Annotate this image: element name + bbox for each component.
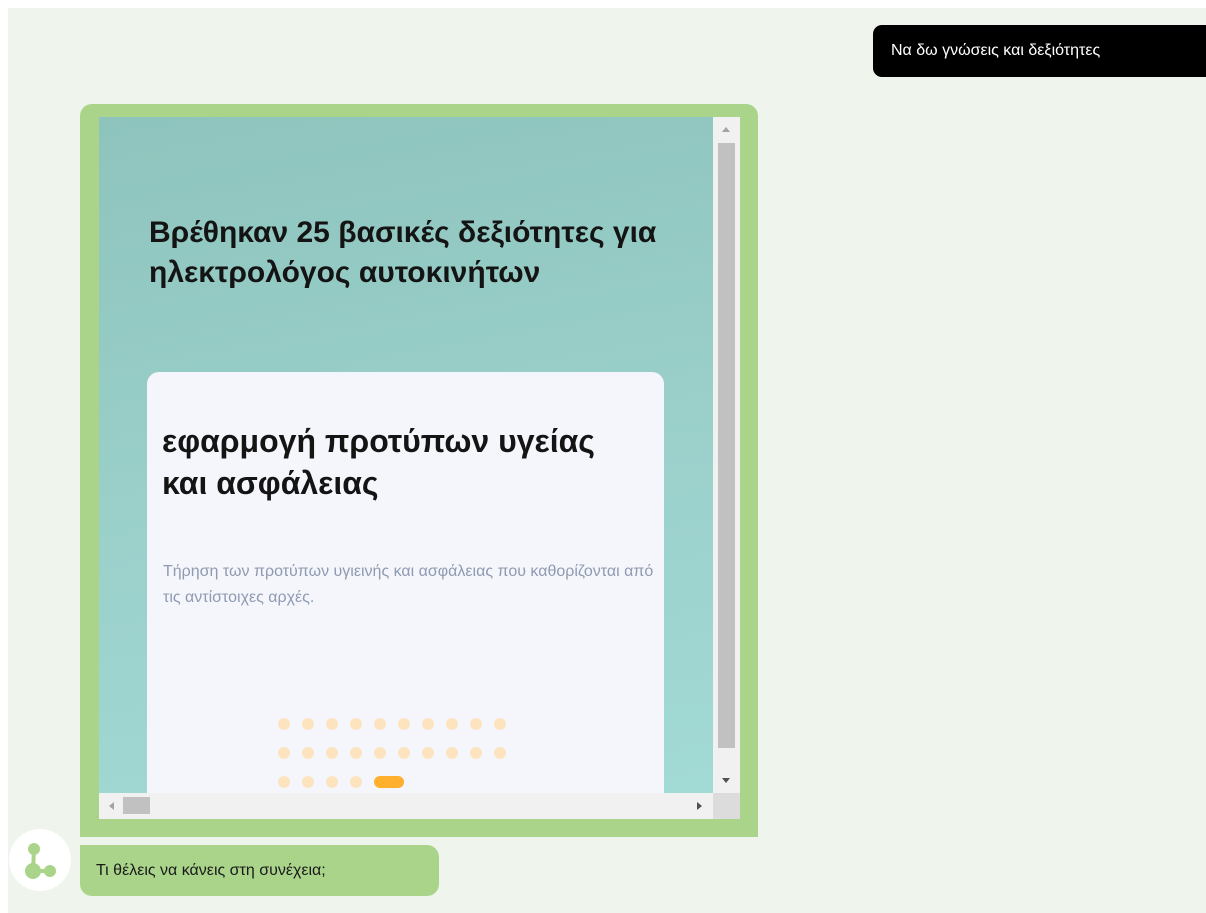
vertical-scroll-thumb[interactable] — [718, 143, 735, 748]
pagination-dot[interactable] — [446, 717, 458, 730]
pagination-dot[interactable] — [374, 746, 386, 759]
horizontal-scroll-thumb[interactable] — [123, 797, 150, 814]
scroll-down-arrow-icon[interactable] — [722, 778, 730, 783]
bot-message-bubble: Τι θέλεις να κάνεις στη συνέχεια; — [80, 845, 439, 896]
pagination-dot[interactable] — [350, 717, 362, 730]
pagination-dot[interactable] — [350, 775, 362, 788]
pagination-dot[interactable] — [374, 717, 386, 730]
vertical-scrollbar[interactable] — [713, 117, 740, 793]
scroll-left-arrow-icon[interactable] — [109, 802, 114, 810]
pagination-dot[interactable] — [398, 746, 410, 759]
pagination-dot[interactable] — [398, 717, 410, 730]
carousel-pagination — [278, 717, 518, 793]
pagination-dot[interactable] — [446, 746, 458, 759]
pagination-row — [278, 746, 518, 759]
pagination-dot[interactable] — [302, 717, 314, 730]
bot-message-text: Τι θέλεις να κάνεις στη συνέχεια; — [96, 861, 326, 879]
pagination-dot[interactable] — [422, 746, 434, 759]
pagination-dot[interactable] — [326, 717, 338, 730]
scroll-right-arrow-icon[interactable] — [697, 802, 702, 810]
skill-card: εφαρμογή προτύπων υγείας και ασφάλειας Τ… — [147, 372, 664, 793]
pagination-dot[interactable] — [494, 717, 506, 730]
user-message-text: Να δω γνώσεις και δεξιότητες — [891, 42, 1101, 59]
pagination-dot[interactable] — [470, 717, 482, 730]
pagination-dot[interactable] — [326, 775, 338, 788]
pagination-dot[interactable] — [302, 775, 314, 788]
pagination-dot[interactable] — [278, 775, 290, 788]
pagination-dot[interactable] — [302, 746, 314, 759]
pagination-dot-active[interactable] — [374, 775, 404, 788]
skill-title: εφαρμογή προτύπων υγείας και ασφάλειας — [162, 423, 595, 501]
pagination-dot[interactable] — [470, 746, 482, 759]
pagination-dot[interactable] — [350, 746, 362, 759]
bot-avatar — [9, 829, 71, 891]
pagination-dot[interactable] — [494, 746, 506, 759]
pagination-dot[interactable] — [278, 746, 290, 759]
pagination-dot[interactable] — [422, 717, 434, 730]
user-message-bubble: Να δω γνώσεις και δεξιότητες — [873, 25, 1206, 77]
share-nodes-icon — [25, 843, 56, 879]
scrollbar-corner — [713, 793, 740, 819]
pagination-dot[interactable] — [278, 717, 290, 730]
skills-carousel-viewport[interactable]: Βρέθηκαν 25 βασικές δεξιότητες για ηλεκτ… — [99, 117, 713, 793]
pagination-row — [278, 775, 518, 788]
horizontal-scrollbar[interactable] — [99, 793, 713, 819]
pagination-dot[interactable] — [326, 746, 338, 759]
skill-description: Τήρηση των προτύπων υγιεινής και ασφάλει… — [163, 563, 654, 606]
scroll-up-arrow-icon[interactable] — [722, 127, 730, 132]
skills-count-heading: Βρέθηκαν 25 βασικές δεξιότητες για ηλεκτ… — [149, 216, 657, 289]
pagination-row — [278, 717, 518, 730]
